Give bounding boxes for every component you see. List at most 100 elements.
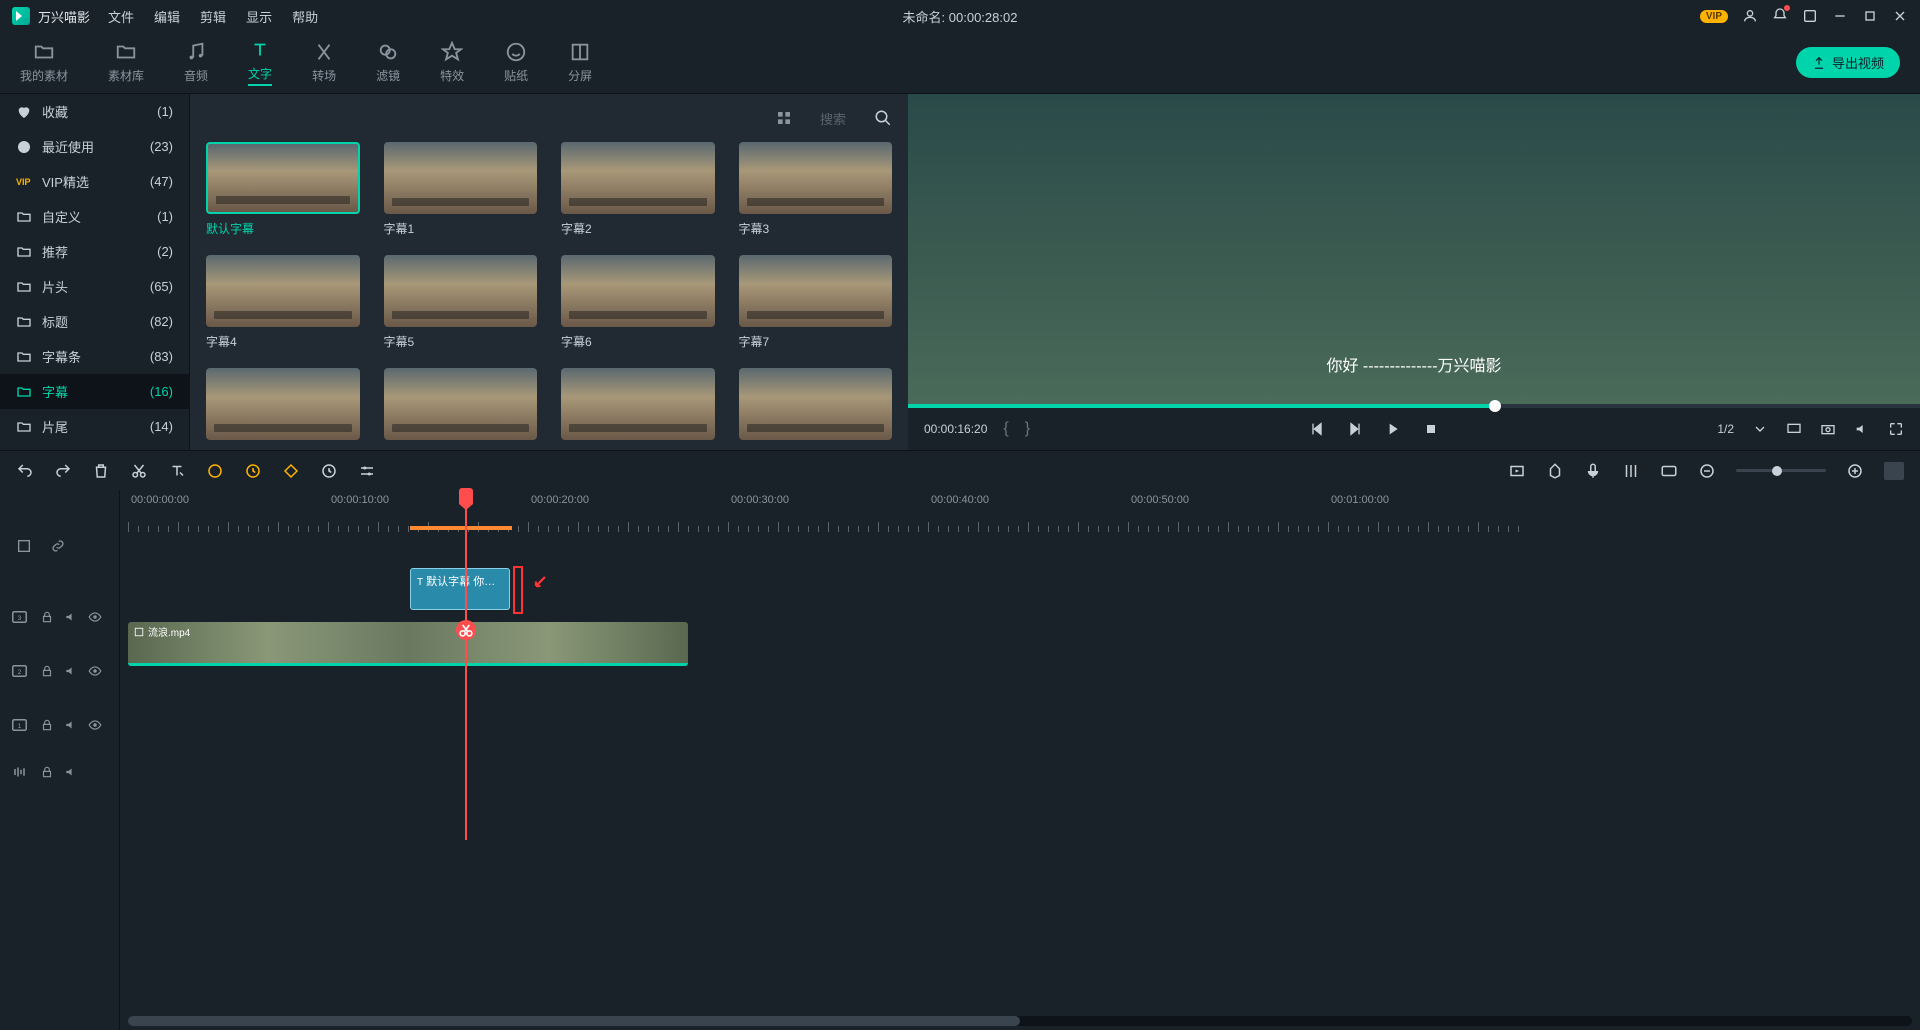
search-icon[interactable] xyxy=(874,109,892,127)
sidebar-item-recommend[interactable]: 推荐(2) xyxy=(0,234,189,269)
asset-item[interactable]: 字幕4 xyxy=(206,255,360,350)
asset-thumbnail[interactable] xyxy=(206,142,360,214)
track-header-a1[interactable] xyxy=(0,752,119,792)
snapping-icon[interactable] xyxy=(16,538,32,554)
snapshot-icon[interactable] xyxy=(1820,421,1836,437)
sidebar-item-media[interactable]: 媒体(551) xyxy=(0,444,189,450)
track-header-v2[interactable]: 2 xyxy=(0,644,119,698)
sidebar-item-ending[interactable]: 片尾(14) xyxy=(0,409,189,444)
track-row-v2[interactable]: 流浪.mp4 xyxy=(120,616,1920,670)
mark-in-icon[interactable]: { xyxy=(1003,420,1008,438)
caption-icon[interactable] xyxy=(1660,462,1678,480)
track-row-v1[interactable] xyxy=(120,670,1920,724)
sidebar-item-title[interactable]: 标题(82) xyxy=(0,304,189,339)
voice-icon[interactable] xyxy=(1584,462,1602,480)
lock-icon[interactable] xyxy=(40,664,54,678)
asset-item[interactable] xyxy=(384,368,538,446)
speed-icon[interactable] xyxy=(244,462,262,480)
stop-icon[interactable] xyxy=(1423,421,1439,437)
timeline-scrollbar[interactable] xyxy=(128,1016,1912,1026)
text-clip[interactable]: T 默认字幕 你… xyxy=(410,568,510,610)
delete-icon[interactable] xyxy=(92,462,110,480)
zoom-in-icon[interactable] xyxy=(1846,462,1864,480)
track-row-a1[interactable] xyxy=(120,724,1920,764)
tab-text[interactable]: 文字 xyxy=(248,39,272,86)
fullscreen-icon[interactable] xyxy=(1888,421,1904,437)
play-icon[interactable] xyxy=(1385,421,1401,437)
sidebar-item-favorites[interactable]: 收藏(1) xyxy=(0,94,189,129)
duration-icon[interactable] xyxy=(320,462,338,480)
marker-icon[interactable] xyxy=(1546,462,1564,480)
tab-audio[interactable]: 音频 xyxy=(184,41,208,84)
asset-thumbnail[interactable] xyxy=(739,368,893,440)
sidebar-item-custom[interactable]: 自定义(1) xyxy=(0,199,189,234)
asset-item[interactable]: 字幕5 xyxy=(384,255,538,350)
track-row-v3[interactable]: T 默认字幕 你… xyxy=(120,562,1920,616)
vip-badge[interactable]: VIP xyxy=(1700,10,1728,23)
link-icon[interactable] xyxy=(50,538,66,554)
mute-icon[interactable] xyxy=(64,664,78,678)
tab-effects[interactable]: 特效 xyxy=(440,41,464,84)
mixer-icon[interactable] xyxy=(1622,462,1640,480)
export-button[interactable]: 导出视频 xyxy=(1796,47,1900,78)
asset-item[interactable]: 字幕7 xyxy=(739,255,893,350)
redo-icon[interactable] xyxy=(54,462,72,480)
track-header-v1[interactable]: 1 xyxy=(0,698,119,752)
menu-help[interactable]: 帮助 xyxy=(292,7,318,26)
eye-icon[interactable] xyxy=(88,718,102,732)
tab-sticker[interactable]: 贴纸 xyxy=(504,41,528,84)
preview-scale[interactable]: 1/2 xyxy=(1717,422,1734,436)
zoom-out-icon[interactable] xyxy=(1698,462,1716,480)
render-icon[interactable] xyxy=(1508,462,1526,480)
menu-file[interactable]: 文件 xyxy=(108,7,134,26)
text-tool-icon[interactable] xyxy=(168,462,186,480)
mute-icon[interactable] xyxy=(64,718,78,732)
undo-icon[interactable] xyxy=(16,462,34,480)
tab-stock[interactable]: 素材库 xyxy=(108,41,144,84)
chevron-down-icon[interactable] xyxy=(1752,421,1768,437)
account-icon[interactable] xyxy=(1742,8,1758,24)
asset-thumbnail[interactable] xyxy=(206,368,360,440)
tab-my-media[interactable]: 我的素材 xyxy=(20,41,68,84)
sidebar-item-lower-third[interactable]: 字幕条(83) xyxy=(0,339,189,374)
lock-icon[interactable] xyxy=(40,765,54,779)
asset-thumbnail[interactable] xyxy=(561,368,715,440)
split-indicator-icon[interactable] xyxy=(456,620,476,640)
lock-icon[interactable] xyxy=(40,610,54,624)
notification-icon[interactable] xyxy=(1772,7,1788,23)
display-icon[interactable] xyxy=(1786,421,1802,437)
preview-viewport[interactable]: 你好 --------------万兴喵影 xyxy=(908,94,1920,404)
asset-item[interactable]: 字幕1 xyxy=(384,142,538,237)
video-clip[interactable]: 流浪.mp4 xyxy=(128,622,688,666)
clip-trim-handle[interactable] xyxy=(513,566,523,614)
track-area[interactable]: 00:00:00:0000:00:10:0000:00:20:0000:00:3… xyxy=(120,490,1920,1030)
keyframe-icon[interactable] xyxy=(282,462,300,480)
asset-item[interactable] xyxy=(206,368,360,446)
menu-view[interactable]: 显示 xyxy=(246,7,272,26)
minimize-icon[interactable] xyxy=(1832,8,1848,24)
maximize-icon[interactable] xyxy=(1862,8,1878,24)
cut-icon[interactable] xyxy=(130,462,148,480)
asset-thumbnail[interactable] xyxy=(739,142,893,214)
mute-icon[interactable] xyxy=(64,765,78,779)
asset-thumbnail[interactable] xyxy=(384,142,538,214)
tab-split[interactable]: 分屏 xyxy=(568,41,592,84)
grid-view-icon[interactable] xyxy=(776,110,792,126)
mark-out-icon[interactable]: } xyxy=(1025,420,1030,438)
next-frame-icon[interactable] xyxy=(1347,421,1363,437)
preview-progress[interactable] xyxy=(908,404,1920,408)
asset-item[interactable] xyxy=(739,368,893,446)
sidebar-item-opener[interactable]: 片头(65) xyxy=(0,269,189,304)
prev-frame-icon[interactable] xyxy=(1309,421,1325,437)
asset-item[interactable]: 默认字幕 xyxy=(206,142,360,237)
asset-thumbnail[interactable] xyxy=(206,255,360,327)
timeline-view-toggle[interactable] xyxy=(1884,462,1904,480)
save-icon[interactable] xyxy=(1802,8,1818,24)
mute-icon[interactable] xyxy=(64,610,78,624)
lock-icon[interactable] xyxy=(40,718,54,732)
asset-item[interactable]: 字幕3 xyxy=(739,142,893,237)
eye-icon[interactable] xyxy=(88,664,102,678)
volume-icon[interactable] xyxy=(1854,421,1870,437)
zoom-slider[interactable] xyxy=(1736,469,1826,472)
search-input[interactable]: 搜索 xyxy=(820,109,846,128)
